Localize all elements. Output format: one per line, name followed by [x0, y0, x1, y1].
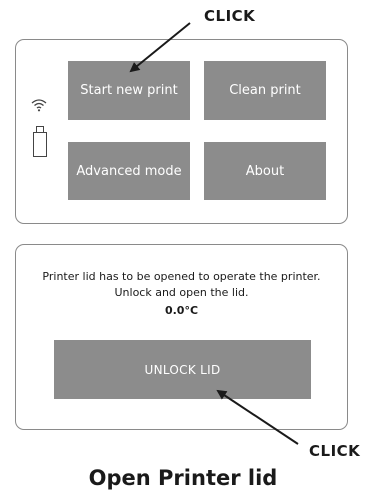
start-new-print-button[interactable]: Start new print	[68, 61, 190, 120]
advanced-mode-button[interactable]: Advanced mode	[68, 142, 190, 200]
click-callout-top: CLICK	[204, 7, 256, 25]
figure-caption: Open Printer lid	[88, 466, 278, 490]
lid-message-line1: Printer lid has to be opened to operate …	[42, 270, 321, 283]
click-callout-bottom: CLICK	[309, 442, 361, 460]
home-screen: Start new print Clean print Advanced mod…	[15, 39, 348, 224]
lid-locked-screen: Printer lid has to be opened to operate …	[15, 244, 348, 430]
lid-message-line2: Unlock and open the lid.	[114, 286, 249, 299]
wifi-icon	[31, 99, 47, 112]
about-button[interactable]: About	[204, 142, 326, 200]
temperature-readout: 0.0°C	[164, 304, 199, 317]
usb-drive-icon	[33, 126, 47, 157]
clean-print-button[interactable]: Clean print	[204, 61, 326, 120]
unlock-lid-button[interactable]: UNLOCK LID	[54, 340, 311, 399]
